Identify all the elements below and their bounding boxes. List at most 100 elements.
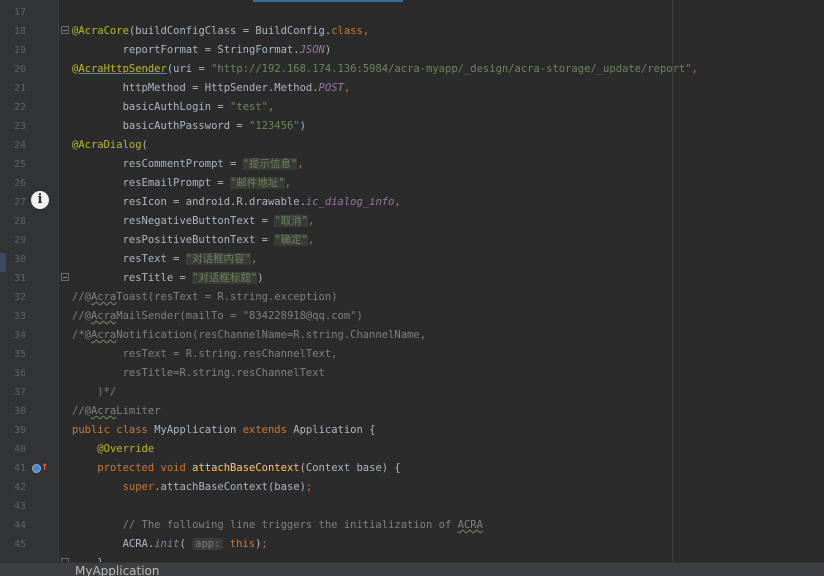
code-line[interactable]: } [0, 554, 824, 562]
code-line[interactable]: 24 @AcraDialog( [0, 136, 824, 155]
code-line[interactable]: 31 resTitle = "对话框标题") [0, 269, 824, 288]
info-icon: i [31, 191, 49, 209]
code-line[interactable]: 44 // The following line triggers the in… [0, 516, 824, 535]
code-line[interactable]: 34 /*@AcraNotification(resChannelName=R.s… [0, 326, 824, 345]
code-line[interactable]: 26 resEmailPrompt = "邮件地址", [0, 174, 824, 193]
code-line[interactable]: 40 @Override [0, 440, 824, 459]
code-token: Toast(resText = R.string.exception) [116, 291, 338, 303]
code-text[interactable]: protected void attachBaseContext(Context… [72, 459, 400, 478]
code-line[interactable]: 35 resText = R.string.resChannelText, [0, 345, 824, 364]
code-token: Application { [293, 424, 376, 436]
code-text[interactable]: resTitle=R.string.resChannelText [72, 364, 325, 383]
code-text[interactable]: /*@AcraNotification(resChannelName=R.str… [72, 326, 426, 345]
line-number: 35 [13, 349, 26, 360]
code-line[interactable]: 41 protected void attachBaseContext(Cont… [0, 459, 824, 478]
code-token: , [267, 101, 275, 113]
code-line[interactable]: 33 //@AcraMailSender(mailTo = "834228918@… [0, 307, 824, 326]
code-token: ACRA. [72, 538, 155, 550]
code-text[interactable]: super.attachBaseContext(base); [72, 478, 313, 497]
code-text[interactable]: @Override [72, 440, 154, 459]
fold-marker[interactable] [61, 26, 69, 34]
code-token: (uri = [166, 63, 212, 75]
code-token: ; [261, 538, 268, 550]
code-token: "邮件地址" [230, 177, 285, 189]
code-token: resEmailPrompt = [72, 177, 231, 189]
code-token: ) [257, 272, 264, 284]
line-number: 39 [13, 425, 26, 436]
code-line[interactable]: 25 resCommentPrompt = "提示信息", [0, 155, 824, 174]
code-token: ) [324, 44, 332, 56]
code-line[interactable]: 37 )*/ [0, 383, 824, 402]
override-method-icon[interactable]: ↑ [32, 459, 48, 476]
code-token: , [284, 177, 292, 189]
code-token: "123456" [249, 120, 300, 132]
code-token: MyApplication [154, 424, 243, 436]
code-line[interactable]: 27 resIcon = android.R.drawable.ic_dialo… [0, 193, 824, 212]
code-text[interactable]: //@AcraLimiter [72, 402, 161, 421]
code-text[interactable]: resPositiveButtonText = "确定", [72, 231, 314, 250]
code-text[interactable]: httpMethod = HttpSender.Method.POST, [72, 79, 351, 98]
code-line[interactable]: 19 reportFormat = StringFormat.JSON) [0, 41, 824, 60]
code-text[interactable]: basicAuthPassword = "123456") [72, 117, 306, 136]
code-text[interactable]: reportFormat = StringFormat.JSON) [72, 41, 332, 60]
breadcrumb[interactable]: MyApplication [75, 564, 160, 576]
override-circle-icon [32, 464, 41, 473]
code-text[interactable]: public class MyApplication extends Appli… [72, 421, 375, 440]
code-line[interactable]: 45 ACRA.init( app: this); [0, 535, 824, 554]
code-line[interactable]: 39 public class MyApplication extends App… [0, 421, 824, 440]
line-number: 23 [13, 121, 26, 132]
code-line[interactable]: 28 resNegativeButtonText = "取消", [0, 212, 824, 231]
code-text[interactable]: //@AcraMailSender(mailTo = "834228918@qq… [72, 307, 363, 326]
code-line[interactable]: 17 [0, 3, 824, 22]
code-text[interactable]: resNegativeButtonText = "取消", [72, 212, 314, 231]
code-line[interactable]: 30 resText = "对话框内容", [0, 250, 824, 269]
code-text[interactable]: resText = R.string.resChannelText, [72, 345, 338, 364]
line-number: 18 [13, 26, 26, 37]
code-text[interactable]: // The following line triggers the initi… [72, 516, 483, 535]
code-line[interactable]: 21 httpMethod = HttpSender.Method.POST, [0, 79, 824, 98]
line-number: 26 [13, 178, 26, 189]
code-text[interactable]: resCommentPrompt = "提示信息", [72, 155, 304, 174]
code-text[interactable]: ACRA.init( app: this); [72, 535, 268, 554]
code-token: // The following line triggers the initi… [72, 519, 458, 531]
code-line[interactable]: 18 @AcraCore(buildConfigClass = BuildConf… [0, 22, 824, 41]
code-line[interactable]: 20 @AcraHttpSender(uri = "http://192.168.… [0, 60, 824, 79]
line-number: 27 [13, 197, 26, 208]
code-token: basicAuthLogin = [72, 101, 231, 113]
code-token: ; [305, 481, 313, 493]
line-number: 32 [13, 292, 26, 303]
code-editor[interactable]: 17 18 @AcraCore(buildConfigClass = BuildCo… [0, 0, 824, 562]
code-line[interactable]: 38 //@AcraLimiter [0, 402, 824, 421]
code-line[interactable]: 23 basicAuthPassword = "123456") [0, 117, 824, 136]
code-text[interactable]: @AcraCore(buildConfigClass = BuildConfig… [72, 22, 369, 41]
code-text[interactable]: basicAuthLogin = "test", [72, 98, 275, 117]
line-number: 33 [13, 311, 26, 322]
code-text[interactable]: //@AcraToast(resText = R.string.exceptio… [72, 288, 338, 307]
code-line[interactable]: 29 resPositiveButtonText = "确定", [0, 231, 824, 250]
code-token: @AcraCore [72, 25, 129, 37]
code-line[interactable]: 22 basicAuthLogin = "test", [0, 98, 824, 117]
line-number: 45 [13, 539, 26, 550]
code-text[interactable]: resIcon = android.R.drawable.ic_dialog_i… [72, 193, 401, 212]
code-text[interactable]: resEmailPrompt = "邮件地址", [72, 174, 291, 193]
code-text[interactable]: resText = "对话框内容", [72, 250, 257, 269]
code-line[interactable]: 32 //@AcraToast(resText = R.string.except… [0, 288, 824, 307]
code-token: resTitle = [72, 272, 193, 284]
code-line[interactable]: 42 super.attachBaseContext(base); [0, 478, 824, 497]
code-text[interactable]: @AcraHttpSender(uri = "http://192.168.17… [72, 60, 698, 79]
code-token: , [307, 234, 315, 246]
code-token: ( [141, 139, 148, 151]
code-text[interactable]: @AcraDialog( [72, 136, 148, 155]
code-text[interactable]: } [72, 554, 103, 562]
code-text[interactable]: )*/ [72, 383, 116, 402]
code-token: //@ [72, 405, 91, 417]
code-text[interactable]: resTitle = "对话框标题") [72, 269, 264, 288]
code-token: Acra [90, 291, 117, 303]
code-line[interactable]: 43 [0, 497, 824, 516]
line-number: 42 [13, 482, 26, 493]
code-token: "http://192.168.174.136:5984/acra-myapp/… [211, 63, 692, 75]
fold-marker[interactable] [61, 273, 69, 281]
code-token: resPositiveButtonText = [72, 234, 275, 246]
line-number: 36 [13, 368, 26, 379]
code-line[interactable]: 36 resTitle=R.string.resChannelText [0, 364, 824, 383]
